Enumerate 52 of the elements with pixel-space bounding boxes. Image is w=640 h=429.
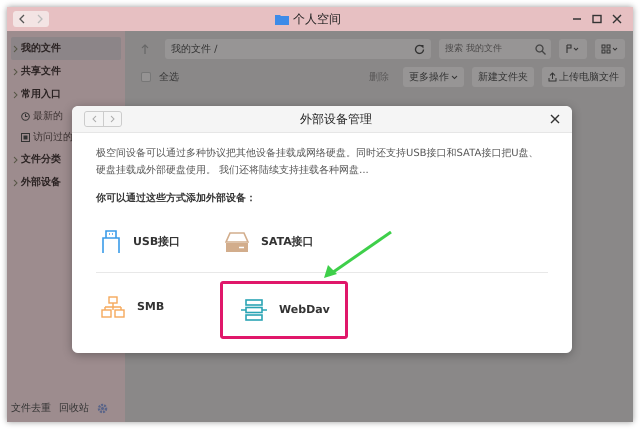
device-option[interactable]: SATA接口 [220,216,332,268]
chevron-icon [13,156,18,164]
chevron-icon [13,44,18,52]
refresh-icon[interactable] [414,44,425,54]
sidebar-item[interactable]: 共享文件 [11,60,121,83]
sidebar-item[interactable]: 常用入口 [11,83,121,106]
chevron-right-icon [37,14,43,24]
device-option[interactable]: WebDav [220,281,348,339]
search-button[interactable] [529,39,551,59]
chevron-left-icon [19,14,25,24]
footer-link[interactable]: 回收站 [59,401,89,416]
hard-drive-icon [225,231,249,253]
close-icon [612,14,622,24]
description-text: 极空间设备可以通过多种协议把其他设备挂载成网络硬盘。同时还支持USB接口和SATA接口把U盘、硬盘挂载成外部硬盘使用。 我们还将陆续支持挂载各种网盘... [96,146,540,178]
box-icon [21,133,30,142]
usb-drive-icon [101,230,121,254]
device-option[interactable]: SMB [96,281,208,333]
maximize-icon [592,14,602,24]
select-all-checkbox[interactable] [141,72,151,82]
network-icon [101,296,125,318]
folder-icon [275,14,289,24]
upload-button[interactable]: 上传电脑文件 [542,67,625,87]
view-button[interactable] [595,39,625,59]
clock-icon [21,112,30,121]
path-field[interactable]: 我的文件 / [165,39,431,59]
chevron-icon [13,178,18,186]
action-button[interactable]: 新建文件夹 [472,67,534,87]
close-button[interactable] [550,114,560,124]
prompt-text: 你可以通过这些方式添加外部设备： [96,191,257,206]
search-icon [534,44,546,54]
chevron-icon [13,68,18,76]
chevron-right-icon [110,115,115,123]
select-all-label: 全选 [159,70,179,84]
caret-icon [451,74,458,80]
grid-view-icon [601,44,619,54]
device-option[interactable]: USB接口 [96,216,208,268]
sidebar-subitem[interactable]: 最新的 [33,109,63,124]
annotation-arrow [323,231,393,279]
settings-icon [97,403,108,414]
dialog-title: 外部设备管理 [299,111,373,128]
sort-button[interactable] [559,39,587,59]
chevron-icon [13,90,18,98]
dropdown-button[interactable]: 更多操作 [403,67,464,87]
search-field[interactable]: 搜索 我的文件 [439,39,529,59]
window-title: 个人空间 [293,11,341,28]
close-icon [550,114,560,124]
server-stack-icon [241,299,267,321]
sidebar-subitem[interactable]: 访问过的 [33,130,73,145]
upload-icon [548,72,557,82]
chevron-left-icon [92,115,96,123]
footer-link[interactable]: 文件去重 [11,401,51,416]
sidebar-item[interactable]: 我的文件 [11,37,121,60]
